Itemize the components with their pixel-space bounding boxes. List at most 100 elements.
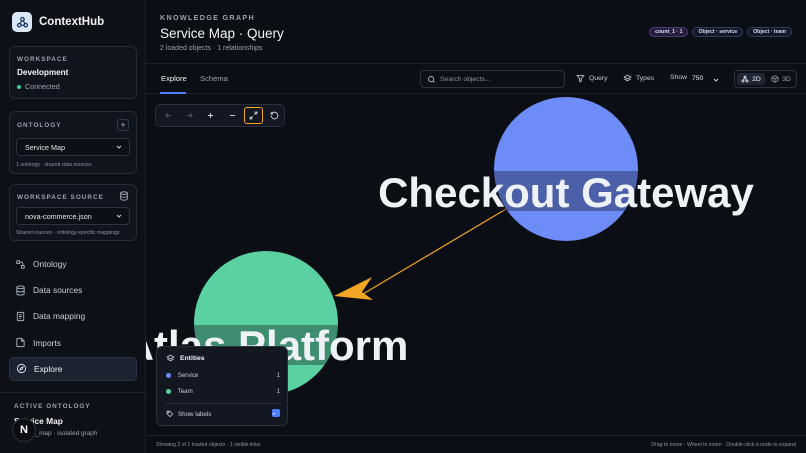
minus-icon — [229, 115, 235, 116]
layers-icon — [166, 354, 175, 362]
legend-item-label: Service — [177, 372, 199, 379]
types-button[interactable]: Types — [623, 74, 654, 83]
view-mode-toggle: 2D 3D — [734, 70, 797, 88]
search-input[interactable] — [440, 75, 560, 83]
tag-icon — [166, 410, 174, 418]
legend-divider — [165, 403, 281, 404]
fit-view-button[interactable] — [243, 107, 263, 124]
sidebar-item-data-mapping[interactable]: Data mapping — [9, 304, 137, 328]
brand[interactable]: ContextHub — [12, 12, 104, 32]
tab-schema[interactable]: Schema — [200, 74, 228, 83]
forward-button[interactable] — [180, 107, 199, 124]
workspace-source-select-value: nova-commerce.json — [25, 211, 92, 221]
workspace-source-card: WORKSPACE SOURCE nova-commerce.json Shar… — [9, 184, 137, 241]
active-tab-indicator — [160, 92, 186, 94]
sidebar-nav: Ontology Data sources Data mapping Impor… — [9, 252, 137, 383]
tab-bar: Explore Schema Query Types Show 750 2D 3… — [146, 64, 806, 94]
filter-chip[interactable]: Object · team — [747, 27, 792, 37]
workspace-status-text: Connected — [25, 82, 60, 91]
sidebar-item-label: Ontology — [33, 259, 67, 269]
back-button[interactable] — [159, 107, 178, 124]
add-ontology-button[interactable]: + — [117, 119, 129, 131]
filter-icon — [576, 75, 585, 83]
main-panel: KNOWLEDGE GRAPH Service Map · Query 2 lo… — [146, 0, 806, 453]
chevron-down-icon — [116, 145, 122, 149]
graph-canvas[interactable]: Checkout Gateway Atlas Platform — [146, 95, 806, 435]
search-icon — [428, 75, 435, 83]
show-labels-checkbox[interactable] — [272, 409, 280, 417]
ontology-icon — [16, 259, 25, 269]
expand-icon — [249, 111, 258, 120]
page-subtitle: 2 loaded objects · 1 relationships — [160, 45, 263, 52]
tab-explore[interactable]: Explore — [161, 74, 187, 83]
ontology-select[interactable]: Service Map — [16, 138, 130, 156]
legend-item-label: Team — [177, 388, 193, 395]
entities-legend: Entities Service 1 Team 1 Show labels — [156, 346, 288, 426]
arrow-right-icon — [187, 112, 193, 119]
page-eyebrow: KNOWLEDGE GRAPH — [160, 13, 255, 22]
sidebar-item-ontology[interactable]: Ontology — [9, 252, 137, 276]
avatar[interactable]: N — [12, 418, 36, 442]
sidebar-item-label: Data mapping — [33, 311, 86, 322]
legend-item-service[interactable]: Service 1 — [166, 372, 280, 379]
status-bar: Showing 2 of 2 loaded objects · 1 visibl… — [146, 435, 806, 453]
workspace-label: WORKSPACE — [17, 56, 68, 63]
search-box[interactable] — [420, 70, 565, 88]
query-button-label: Query — [589, 75, 608, 82]
show-labels-text: Show labels — [178, 410, 212, 418]
cube-icon — [771, 75, 779, 83]
workspace-source-select[interactable]: nova-commerce.json — [16, 207, 130, 225]
active-ontology-label: ACTIVE ONTOLOGY — [14, 403, 91, 410]
mode-3d-button[interactable]: 3D — [767, 73, 795, 85]
mode-2d-button[interactable]: 2D — [737, 73, 765, 85]
database-icon[interactable] — [119, 191, 129, 201]
check-icon — [272, 411, 276, 415]
mode-2d-label: 2D — [752, 75, 761, 83]
legend-title-text: Entities — [180, 355, 205, 362]
filter-chips: count_1 · 1 Object · service Object · te… — [645, 27, 792, 37]
sidebar-item-label: Imports — [33, 337, 61, 348]
team-color-dot — [166, 388, 171, 394]
explore-icon — [16, 364, 27, 374]
sidebar-item-imports[interactable]: Imports — [9, 331, 137, 355]
plus-icon: + — [120, 119, 126, 130]
status-dot-icon — [17, 84, 21, 89]
graph-edge-arrowhead — [334, 277, 373, 300]
ontology-hint: 1 ontology · shared data sources — [16, 162, 92, 168]
chevron-down-icon[interactable] — [712, 76, 720, 84]
sidebar-item-data-sources[interactable]: Data sources — [9, 278, 137, 302]
workspace-source-hint: Shared sources · ontology-specific mappi… — [16, 230, 120, 236]
chevron-down-icon — [116, 214, 122, 218]
show-labels-toggle[interactable]: Show labels — [166, 409, 280, 418]
workspace-name: Development — [17, 68, 69, 77]
database-icon — [16, 285, 25, 296]
types-button-label: Types — [636, 75, 655, 82]
show-limit-label: Show — [670, 74, 688, 81]
zoom-in-button[interactable] — [201, 107, 220, 124]
reset-view-button[interactable] — [265, 107, 284, 124]
ontology-select-value: Service Map — [25, 142, 65, 152]
plus-icon — [208, 112, 214, 119]
ontology-label: ONTOLOGY — [17, 122, 62, 129]
active-ontology: ACTIVE ONTOLOGY Service Map a_map · isol… — [0, 392, 146, 453]
service-color-dot — [166, 372, 171, 378]
graph-toolbar — [155, 104, 285, 127]
filter-chip[interactable]: count_1 · 1 — [649, 27, 689, 37]
workspace-source-label: WORKSPACE SOURCE — [17, 194, 104, 201]
graph-2d-icon — [741, 75, 749, 83]
graph-edge[interactable] — [357, 208, 507, 298]
sidebar-item-label: Data sources — [33, 285, 83, 296]
sidebar-item-explore[interactable]: Explore — [9, 356, 137, 381]
show-limit-select[interactable]: 750 — [692, 75, 703, 82]
workspace-card[interactable]: WORKSPACE Development Connected — [9, 46, 137, 99]
zoom-out-button[interactable] — [222, 107, 241, 124]
query-button[interactable]: Query — [576, 74, 608, 83]
mode-3d-label: 3D — [782, 75, 791, 83]
legend-item-team[interactable]: Team 1 — [166, 388, 280, 395]
filter-chip[interactable]: Object · service — [692, 27, 744, 37]
sidebar-item-label: Explore — [34, 363, 63, 374]
node-label-service: Checkout Gateway — [378, 169, 754, 216]
contexthub-logo-icon — [12, 12, 32, 32]
brand-name: ContextHub — [39, 16, 105, 28]
workspace-status: Connected — [17, 82, 60, 91]
